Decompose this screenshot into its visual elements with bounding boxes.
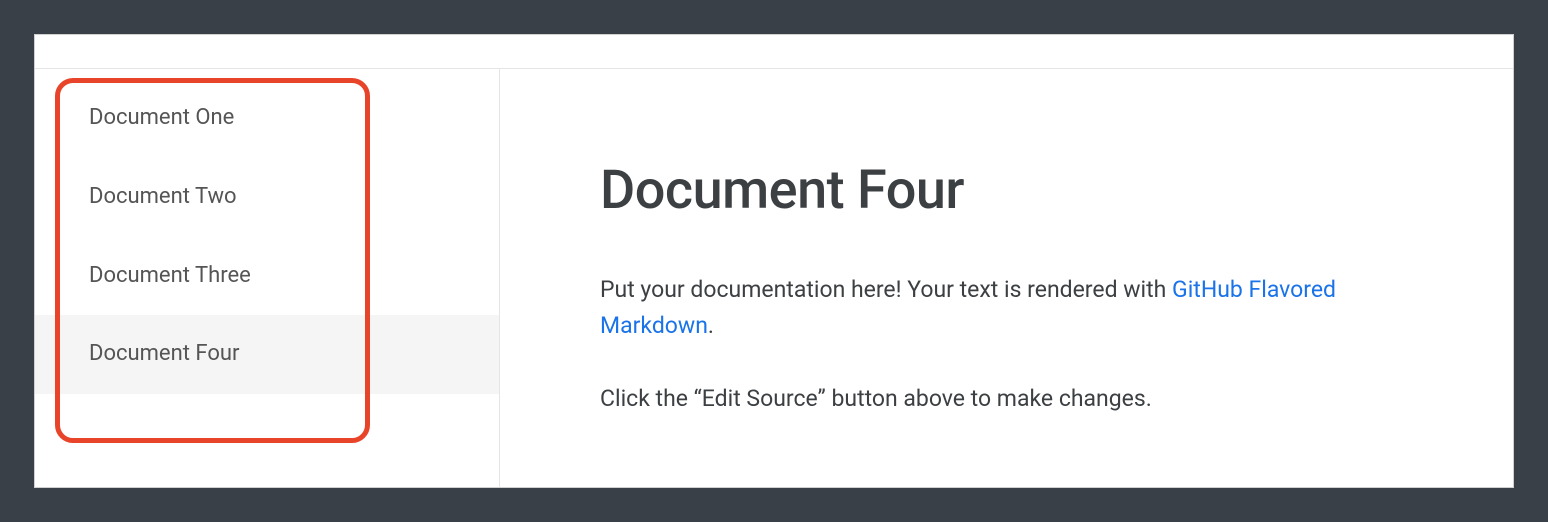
sidebar-item-document-three[interactable]: Document Three (35, 237, 499, 316)
paragraph-text: . (708, 312, 714, 339)
sidebar-item-label: Document Four (89, 341, 239, 366)
top-bar (35, 35, 1513, 69)
app-window: Document One Document Two Document Three… (34, 34, 1514, 488)
sidebar-item-document-one[interactable]: Document One (35, 79, 499, 158)
paragraph-text: Put your documentation here! Your text i… (600, 276, 1172, 303)
sidebar-item-label: Document One (89, 105, 234, 130)
sidebar-item-label: Document Three (89, 263, 251, 288)
sidebar-item-label: Document Two (89, 184, 237, 209)
sidebar: Document One Document Two Document Three… (35, 69, 500, 487)
content-area: Document One Document Two Document Three… (35, 69, 1513, 487)
document-title: Document Four (600, 159, 1453, 222)
document-paragraph-1: Put your documentation here! Your text i… (600, 272, 1420, 343)
main-content: Document Four Put your documentation her… (500, 69, 1513, 487)
sidebar-item-document-two[interactable]: Document Two (35, 158, 499, 237)
document-paragraph-2: Click the “Edit Source” button above to … (600, 381, 1420, 417)
sidebar-item-document-four[interactable]: Document Four (35, 315, 499, 394)
